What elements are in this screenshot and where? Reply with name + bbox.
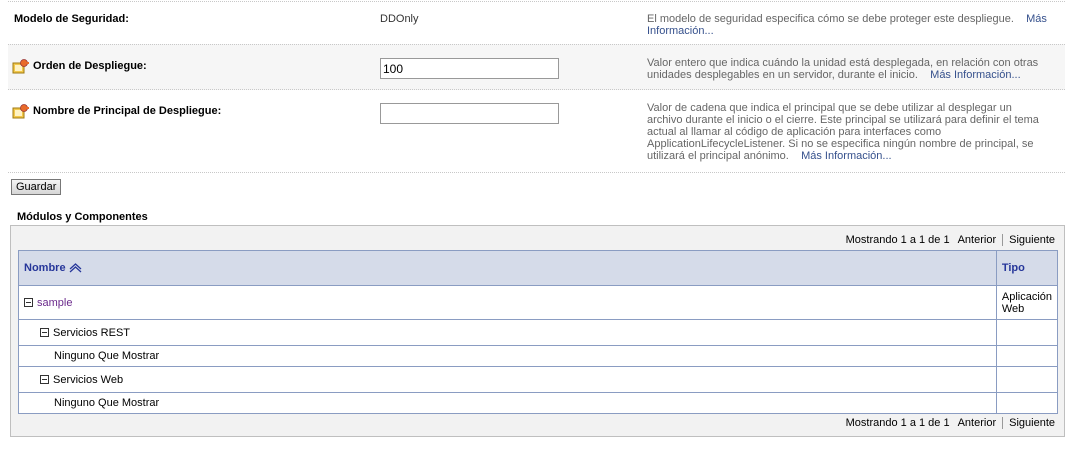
security-model-row: Modelo de Seguridad: DDOnly El modelo de… [8,1,1065,45]
security-model-help: El modelo de seguridad especifica cómo s… [647,13,1047,37]
table-cell-type: Aplicación Web [995,285,1059,320]
pager-showing: Mostrando 1 a 1 de 1 [845,417,950,429]
column-header-type[interactable]: Tipo [995,250,1059,286]
key-icon [12,59,29,74]
pager-separator [1002,234,1004,246]
deployment-principal-input[interactable] [380,103,559,124]
table-cell-name: sample [18,285,997,320]
table-cell-name: Ninguno Que Mostrar [18,345,997,367]
collapse-icon[interactable] [40,375,49,385]
key-icon [12,104,29,119]
security-model-help-text: El modelo de seguridad especifica cómo s… [647,13,1014,25]
top-pager: Mostrando 1 a 1 de 1 Anterior Siguiente [846,234,1055,246]
modules-table: Nombre Tipo sample Aplicación Web Servic… [18,250,1059,414]
module-link-sample[interactable]: sample [37,297,72,309]
modules-section-title: Módulos y Componentes [17,211,148,223]
collapse-icon[interactable] [24,298,33,308]
table-row: Servicios Web [18,366,1059,393]
pager-prev-link[interactable]: Anterior [958,234,997,246]
table-cell-type [995,319,1059,346]
deployment-principal-help: Valor de cadena que indica el principal … [647,102,1047,162]
table-row: Ninguno Que Mostrar [18,345,1059,367]
deployment-order-label-wrap: Orden de Despliegue: [12,58,147,74]
pager-next-link[interactable]: Siguiente [1009,417,1055,429]
deployment-principal-row: Nombre de Principal de Despliegue: Valor… [8,89,1065,173]
table-cell-type [995,366,1059,393]
table-cell-type [995,392,1059,414]
column-header-type-label: Tipo [1001,262,1025,274]
sort-ascending-icon[interactable] [69,263,82,273]
pager-next-link[interactable]: Siguiente [1009,234,1055,246]
table-cell-type [995,345,1059,367]
table-row: Ninguno Que Mostrar [18,392,1059,414]
pager-separator [1002,417,1004,429]
pager-prev-link[interactable]: Anterior [958,417,997,429]
table-row: Servicios REST [18,319,1059,346]
deployment-order-input[interactable] [380,58,559,79]
security-model-label: Modelo de Seguridad: [14,13,129,25]
table-cell-name: Ninguno Que Mostrar [18,392,997,414]
collapse-icon[interactable] [40,328,49,338]
modules-panel: Mostrando 1 a 1 de 1 Anterior Siguiente … [10,225,1065,437]
row-label: Servicios Web [53,373,124,386]
pager-showing: Mostrando 1 a 1 de 1 [845,234,950,246]
deployment-principal-label: Nombre de Principal de Despliegue: [33,105,222,117]
table-cell-name: Servicios REST [18,319,997,346]
bottom-pager: Mostrando 1 a 1 de 1 Anterior Siguiente [846,417,1055,429]
deployment-order-row: Orden de Despliegue: Valor entero que in… [8,44,1065,90]
security-model-value: DDOnly [380,13,419,25]
deployment-principal-more-link[interactable]: Más Información... [801,150,891,162]
column-header-name-label: Nombre [24,262,66,274]
deployment-order-label: Orden de Despliegue: [33,60,147,72]
deployment-principal-label-wrap: Nombre de Principal de Despliegue: [12,103,221,119]
table-header-row: Nombre Tipo [18,250,1059,286]
row-label: Servicios REST [53,326,131,339]
column-header-name[interactable]: Nombre [18,250,997,286]
table-cell-name: Servicios Web [18,366,997,393]
deployment-order-help: Valor entero que indica cuándo la unidad… [647,57,1047,81]
deployment-order-more-link[interactable]: Más Información... [930,69,1020,81]
table-row: sample Aplicación Web [18,285,1059,320]
save-button[interactable]: Guardar [11,179,62,195]
